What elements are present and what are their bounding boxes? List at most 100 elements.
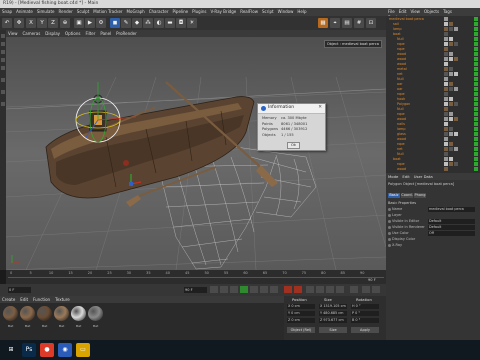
material-tag-icon[interactable]	[449, 42, 453, 47]
visibility-icon[interactable]	[474, 92, 478, 97]
material-tag-icon[interactable]	[444, 57, 448, 62]
visibility-icon[interactable]	[474, 77, 478, 82]
pos-y-field[interactable]: Y 0 cm	[287, 311, 315, 316]
model-mode-icon[interactable]	[1, 34, 5, 38]
material-tag-icon[interactable]	[449, 22, 453, 27]
material-tag-icon[interactable]	[449, 37, 453, 42]
material-tag-icon[interactable]	[454, 132, 458, 137]
visibility-icon[interactable]	[474, 37, 478, 42]
start-frame-field[interactable]: 0 F	[8, 287, 31, 293]
edge-mode-icon[interactable]	[1, 58, 5, 62]
menu-character[interactable]: Character	[149, 9, 169, 14]
material-tag-icon[interactable]	[449, 117, 453, 122]
material-tag-icon[interactable]	[449, 67, 453, 72]
attributes-menu-edit[interactable]: Edit	[402, 174, 409, 179]
menu-motion-tracker[interactable]: Motion Tracker	[93, 9, 122, 14]
attributes-menu-user-data[interactable]: User Data	[414, 174, 433, 179]
visibility-icon[interactable]	[474, 47, 478, 52]
material-tag-icon[interactable]	[444, 77, 448, 82]
material-tag-icon[interactable]	[449, 57, 453, 62]
material-tag-icon[interactable]	[454, 42, 458, 47]
taskbar-app-cinema-4d[interactable]: ◉	[58, 343, 72, 357]
visibility-icon[interactable]	[474, 87, 478, 92]
material-swatch[interactable]	[88, 306, 103, 321]
visibility-icon[interactable]	[474, 122, 478, 127]
material-menu-create[interactable]: Create	[2, 297, 15, 302]
next-frame-icon[interactable]	[250, 286, 258, 293]
visibility-icon[interactable]	[474, 67, 478, 72]
prev-key-icon[interactable]	[220, 286, 228, 293]
material-tag-icon[interactable]	[444, 162, 448, 167]
material-tag-icon[interactable]	[444, 157, 448, 162]
material-tag-icon[interactable]	[444, 142, 448, 147]
material-tag-icon[interactable]	[444, 97, 448, 102]
pos-z-field[interactable]: Z 0 cm	[287, 318, 315, 323]
visibility-icon[interactable]	[474, 132, 478, 137]
animate-radio-icon[interactable]	[388, 238, 391, 241]
close-icon[interactable]: ✕	[318, 105, 322, 110]
axis-z-button[interactable]: Z	[48, 18, 58, 28]
visibility-icon[interactable]	[474, 52, 478, 57]
material-tag-icon[interactable]	[454, 117, 458, 122]
material-menu-texture[interactable]: Texture	[55, 297, 70, 302]
material-tag-icon[interactable]	[444, 132, 448, 137]
objects-menu-objects[interactable]: Objects	[424, 9, 439, 14]
material-swatch[interactable]	[37, 306, 52, 321]
key-selection-icon[interactable]	[306, 286, 314, 293]
material-tag-icon[interactable]	[449, 27, 453, 32]
visibility-icon[interactable]	[474, 117, 478, 122]
taskbar-app-chrome[interactable]: ●	[40, 343, 54, 357]
material-tag-icon[interactable]	[454, 162, 458, 167]
pen-icon[interactable]: ✎	[121, 18, 131, 28]
start-icon[interactable]: ⊞	[4, 343, 18, 357]
material-tag-icon[interactable]	[444, 22, 448, 27]
animate-radio-icon[interactable]	[388, 232, 391, 235]
material-tag-icon[interactable]	[449, 97, 453, 102]
rot-p-field[interactable]: P 0 °	[351, 311, 379, 316]
visibility-icon[interactable]	[474, 42, 478, 47]
layout-icon[interactable]: ▦	[318, 18, 328, 28]
play-icon[interactable]	[240, 286, 248, 293]
visibility-icon[interactable]	[474, 32, 478, 37]
material-tag-icon[interactable]	[454, 87, 458, 92]
end-frame-field[interactable]: 90 F	[184, 287, 207, 293]
material-swatch[interactable]	[54, 306, 69, 321]
tab-phong[interactable]: Phong	[414, 193, 426, 198]
material-tag-icon[interactable]	[449, 102, 453, 107]
timeline-window-icon[interactable]	[362, 286, 370, 293]
material-tag-icon[interactable]	[449, 112, 453, 117]
taskbar-app-explorer[interactable]: ▭	[76, 343, 90, 357]
visibility-icon[interactable]	[474, 27, 478, 32]
material-tag-icon[interactable]	[449, 162, 453, 167]
settings-icon[interactable]	[372, 286, 380, 293]
menu-animate[interactable]: Animate	[16, 9, 33, 14]
visibility-icon[interactable]	[474, 137, 478, 142]
menu-window[interactable]: Window	[278, 9, 294, 14]
material-tag-icon[interactable]	[444, 72, 448, 77]
size-y-field[interactable]: Y 480.685 cm	[319, 311, 347, 316]
material-tag-icon[interactable]	[444, 52, 448, 57]
scale-key-icon[interactable]	[326, 286, 334, 293]
rot-h-field[interactable]: H 0 °	[351, 304, 379, 309]
coordinate-system-icon[interactable]: ⊕	[60, 18, 70, 28]
rot-b-field[interactable]: B 0 °	[351, 318, 379, 323]
floor-icon[interactable]: ▬	[165, 18, 175, 28]
material-tag-icon[interactable]	[444, 107, 448, 112]
tab-basic[interactable]: Basic	[388, 193, 400, 198]
tweak-icon[interactable]	[1, 90, 5, 94]
visibility-icon[interactable]	[474, 152, 478, 157]
animate-radio-icon[interactable]	[388, 220, 391, 223]
viewport-menu-panel[interactable]: Panel	[100, 31, 111, 36]
material-tag-icon[interactable]	[444, 122, 448, 127]
material-tag-icon[interactable]	[449, 147, 453, 152]
menu-pipeline[interactable]: Pipeline	[172, 9, 188, 14]
animate-radio-icon[interactable]	[388, 244, 391, 247]
menu-help[interactable]: Help	[297, 9, 306, 14]
visibility-icon[interactable]	[474, 167, 478, 172]
render-settings-icon[interactable]: ⚙	[96, 18, 106, 28]
visibility-icon[interactable]	[474, 57, 478, 62]
visibility-icon[interactable]	[474, 112, 478, 117]
menu-script[interactable]: Script	[262, 9, 274, 14]
menu-render[interactable]: Render	[59, 9, 73, 14]
material-tag-icon[interactable]	[454, 27, 458, 32]
